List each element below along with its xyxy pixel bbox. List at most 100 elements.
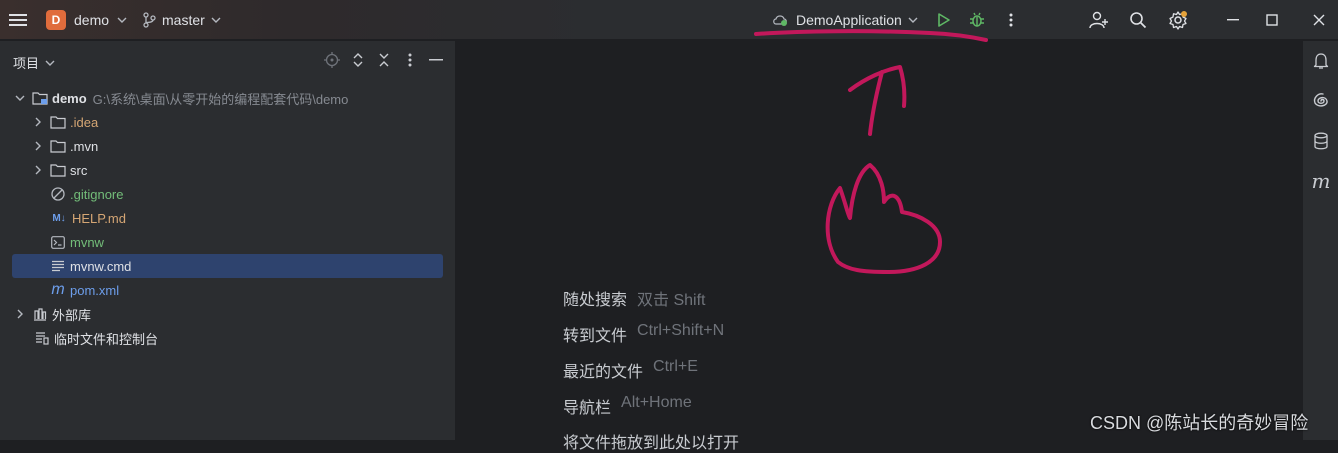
hint-label: 最近的文件 <box>563 364 644 381</box>
hint-search-everywhere: 随处搜索 双击 Shift <box>563 286 705 310</box>
branch-name: master <box>162 12 205 28</box>
hint-recent-files: 最近的文件 Ctrl+E <box>563 358 698 382</box>
panel-options-button[interactable] <box>401 51 419 69</box>
tree-item-label: .gitignore <box>70 186 124 202</box>
hamburger-icon <box>9 14 27 26</box>
vcs-branch-widget[interactable]: master <box>142 9 221 31</box>
hint-shortcut: Ctrl+Shift+N <box>637 322 725 339</box>
chevron-right-icon[interactable] <box>32 141 44 151</box>
chevron-down-icon <box>908 17 918 23</box>
select-opened-file-button[interactable] <box>323 51 341 69</box>
chevron-down-icon <box>117 17 127 23</box>
tree-item-help-md[interactable]: M↓ HELP.md <box>0 206 455 230</box>
tree-item-label: demo <box>52 90 87 106</box>
tree-item-idea[interactable]: .idea <box>0 110 455 134</box>
branch-icon <box>143 12 156 28</box>
bug-icon <box>970 12 984 27</box>
tree-item-pom-xml[interactable]: m pom.xml <box>0 278 455 302</box>
hint-label: 转到文件 <box>563 328 628 345</box>
tree-item-root[interactable]: demo G:\系统\桌面\从零开始的编程配套代码\demo <box>0 86 455 110</box>
chevron-right-icon[interactable] <box>14 309 26 319</box>
gear-icon <box>1169 11 1187 30</box>
close-icon <box>1313 14 1325 26</box>
maximize-icon <box>1266 14 1278 26</box>
chevron-down-icon[interactable] <box>14 95 26 101</box>
run-button[interactable] <box>933 9 955 31</box>
run-configuration-selector[interactable]: DemoApplication <box>772 9 918 31</box>
project-tree: demo G:\系统\桌面\从零开始的编程配套代码\demo .idea .mv… <box>0 86 455 350</box>
chevron-right-icon[interactable] <box>32 165 44 175</box>
project-badge: D <box>46 10 66 30</box>
tree-item-label: pom.xml <box>70 282 120 298</box>
more-actions-button[interactable] <box>1000 9 1022 31</box>
notifications-button[interactable] <box>1311 51 1331 71</box>
project-widget[interactable]: D demo <box>46 9 127 31</box>
hint-go-to-file: 转到文件 Ctrl+Shift+N <box>563 322 724 346</box>
tree-item-label: 外部库 <box>52 307 92 323</box>
expand-all-icon <box>353 53 363 67</box>
editor-empty-area: 随处搜索 双击 Shift 转到文件 Ctrl+Shift+N 最近的文件 Ct… <box>456 41 1302 452</box>
ai-assistant-button[interactable] <box>1311 91 1331 111</box>
collapse-all-button[interactable] <box>375 51 393 69</box>
minimize-button[interactable] <box>1222 9 1244 31</box>
code-with-me-button[interactable] <box>1088 9 1110 31</box>
expand-all-button[interactable] <box>349 51 367 69</box>
chevron-down-icon <box>211 17 221 23</box>
text-file-icon <box>50 258 66 274</box>
project-view-selector[interactable]: 项目 <box>13 53 55 72</box>
tree-item-label: mvnw.cmd <box>70 258 132 274</box>
locate-icon <box>324 52 340 68</box>
tree-item-path: G:\系统\桌面\从零开始的编程配套代码\demo <box>92 91 349 107</box>
title-bar: D demo master DemoApplication <box>0 0 1338 40</box>
tree-item-src[interactable]: src <box>0 158 455 182</box>
hint-label: 将文件拖放到此处以打开 <box>563 435 740 452</box>
add-user-icon <box>1089 11 1108 29</box>
maven-tool-button[interactable]: m <box>1311 169 1331 193</box>
minimize-icon <box>1227 19 1239 21</box>
spiral-icon <box>1313 93 1328 107</box>
hint-shortcut: 双击 Shift <box>637 292 706 309</box>
maven-icon: m <box>51 281 65 298</box>
ignore-file-icon <box>50 186 66 202</box>
more-vertical-icon <box>408 53 412 67</box>
hint-drop-files: 将文件拖放到此处以打开 <box>563 429 749 453</box>
database-button[interactable] <box>1311 131 1331 151</box>
shell-script-icon <box>50 234 66 250</box>
tree-item-label: .mvn <box>70 138 99 154</box>
close-window-button[interactable] <box>1308 9 1330 31</box>
search-everywhere-button[interactable] <box>1127 9 1149 31</box>
database-icon <box>1314 132 1328 150</box>
project-panel-header: 项目 <box>0 41 455 81</box>
chevron-right-icon[interactable] <box>32 117 44 127</box>
tree-item-gitignore[interactable]: .gitignore <box>0 182 455 206</box>
right-tool-strip: m <box>1302 41 1338 440</box>
settings-button[interactable] <box>1167 9 1189 31</box>
tree-item-label: src <box>70 162 88 178</box>
panel-title: 项目 <box>13 56 40 71</box>
tree-item-scratches[interactable]: 临时文件和控制台 <box>0 326 455 350</box>
hint-navigation-bar: 导航栏 Alt+Home <box>563 394 692 418</box>
tree-item-external-libraries[interactable]: 外部库 <box>0 302 455 326</box>
spring-boot-config-icon <box>773 15 787 26</box>
markdown-icon: M↓ <box>52 212 66 224</box>
tree-item-label: .idea <box>70 114 99 130</box>
folder-icon <box>50 162 66 178</box>
run-icon <box>938 13 950 27</box>
run-config-name: DemoApplication <box>796 12 902 28</box>
hint-label: 随处搜索 <box>563 292 628 309</box>
tree-item-label: 临时文件和控制台 <box>54 331 159 347</box>
hint-shortcut: Ctrl+E <box>653 358 698 375</box>
library-icon <box>32 306 48 322</box>
tree-item-mvnw-cmd[interactable]: mvnw.cmd <box>0 254 455 278</box>
tree-item-mvnw[interactable]: mvnw <box>0 230 455 254</box>
tree-item-label: HELP.md <box>72 210 126 226</box>
tree-item-label: mvnw <box>70 234 104 250</box>
hide-panel-button[interactable] <box>427 51 445 69</box>
debug-button[interactable] <box>966 9 988 31</box>
main-menu-button[interactable] <box>8 10 28 30</box>
scratches-icon <box>34 330 50 346</box>
chevron-down-icon <box>45 60 55 66</box>
folder-icon <box>50 138 66 154</box>
maximize-button[interactable] <box>1261 9 1283 31</box>
tree-item-mvn[interactable]: .mvn <box>0 134 455 158</box>
